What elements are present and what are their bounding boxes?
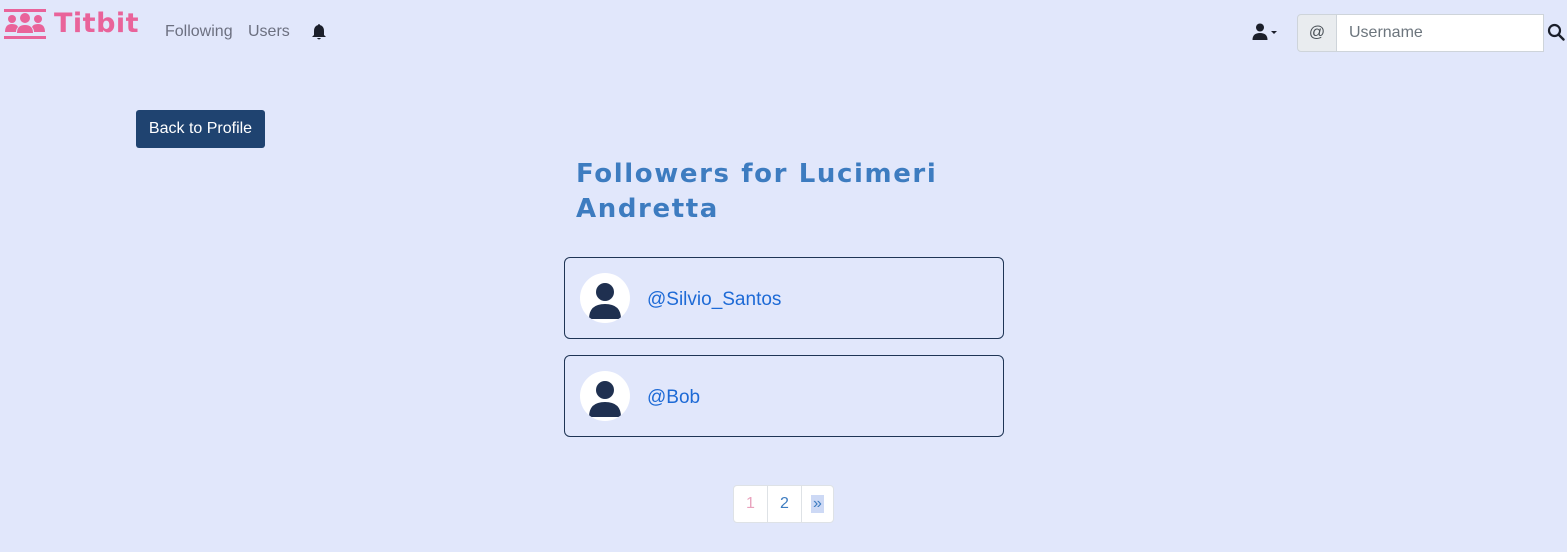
follower-card[interactable]: @Bob <box>564 355 1004 437</box>
nav-link-users[interactable]: Users <box>248 23 290 41</box>
nav-link-following[interactable]: Following <box>165 23 233 41</box>
follower-card[interactable]: @Silvio_Santos <box>564 257 1004 339</box>
brand-name: Titbit <box>54 8 140 39</box>
next-page-label: » <box>811 495 824 513</box>
page-2-button[interactable]: 2 <box>767 485 802 523</box>
at-prefix: @ <box>1297 14 1337 52</box>
bell-icon[interactable] <box>311 23 327 41</box>
brand-logo[interactable]: Titbit <box>4 8 139 40</box>
search-icon[interactable] <box>1547 23 1565 41</box>
page-title: Followers for Lucimeri Andretta <box>576 159 938 224</box>
next-page-button[interactable]: » <box>801 485 834 523</box>
page-1-button[interactable]: 1 <box>733 485 768 523</box>
user-icon <box>1252 23 1268 40</box>
follower-username-link[interactable]: @Silvio_Santos <box>647 289 781 311</box>
user-avatar-icon <box>580 371 630 421</box>
user-avatar-icon <box>580 273 630 323</box>
username-search-input[interactable] <box>1337 14 1544 52</box>
back-to-profile-button[interactable]: Back to Profile <box>136 110 265 148</box>
users-group-icon <box>4 9 46 39</box>
pagination: 1 2 » <box>733 485 834 523</box>
navbar: Titbit Following Users @ <box>0 0 1567 64</box>
username-search: @ <box>1297 14 1544 52</box>
caret-down-icon <box>1271 31 1277 34</box>
user-menu-dropdown[interactable] <box>1252 23 1280 41</box>
follower-username-link[interactable]: @Bob <box>647 387 700 409</box>
